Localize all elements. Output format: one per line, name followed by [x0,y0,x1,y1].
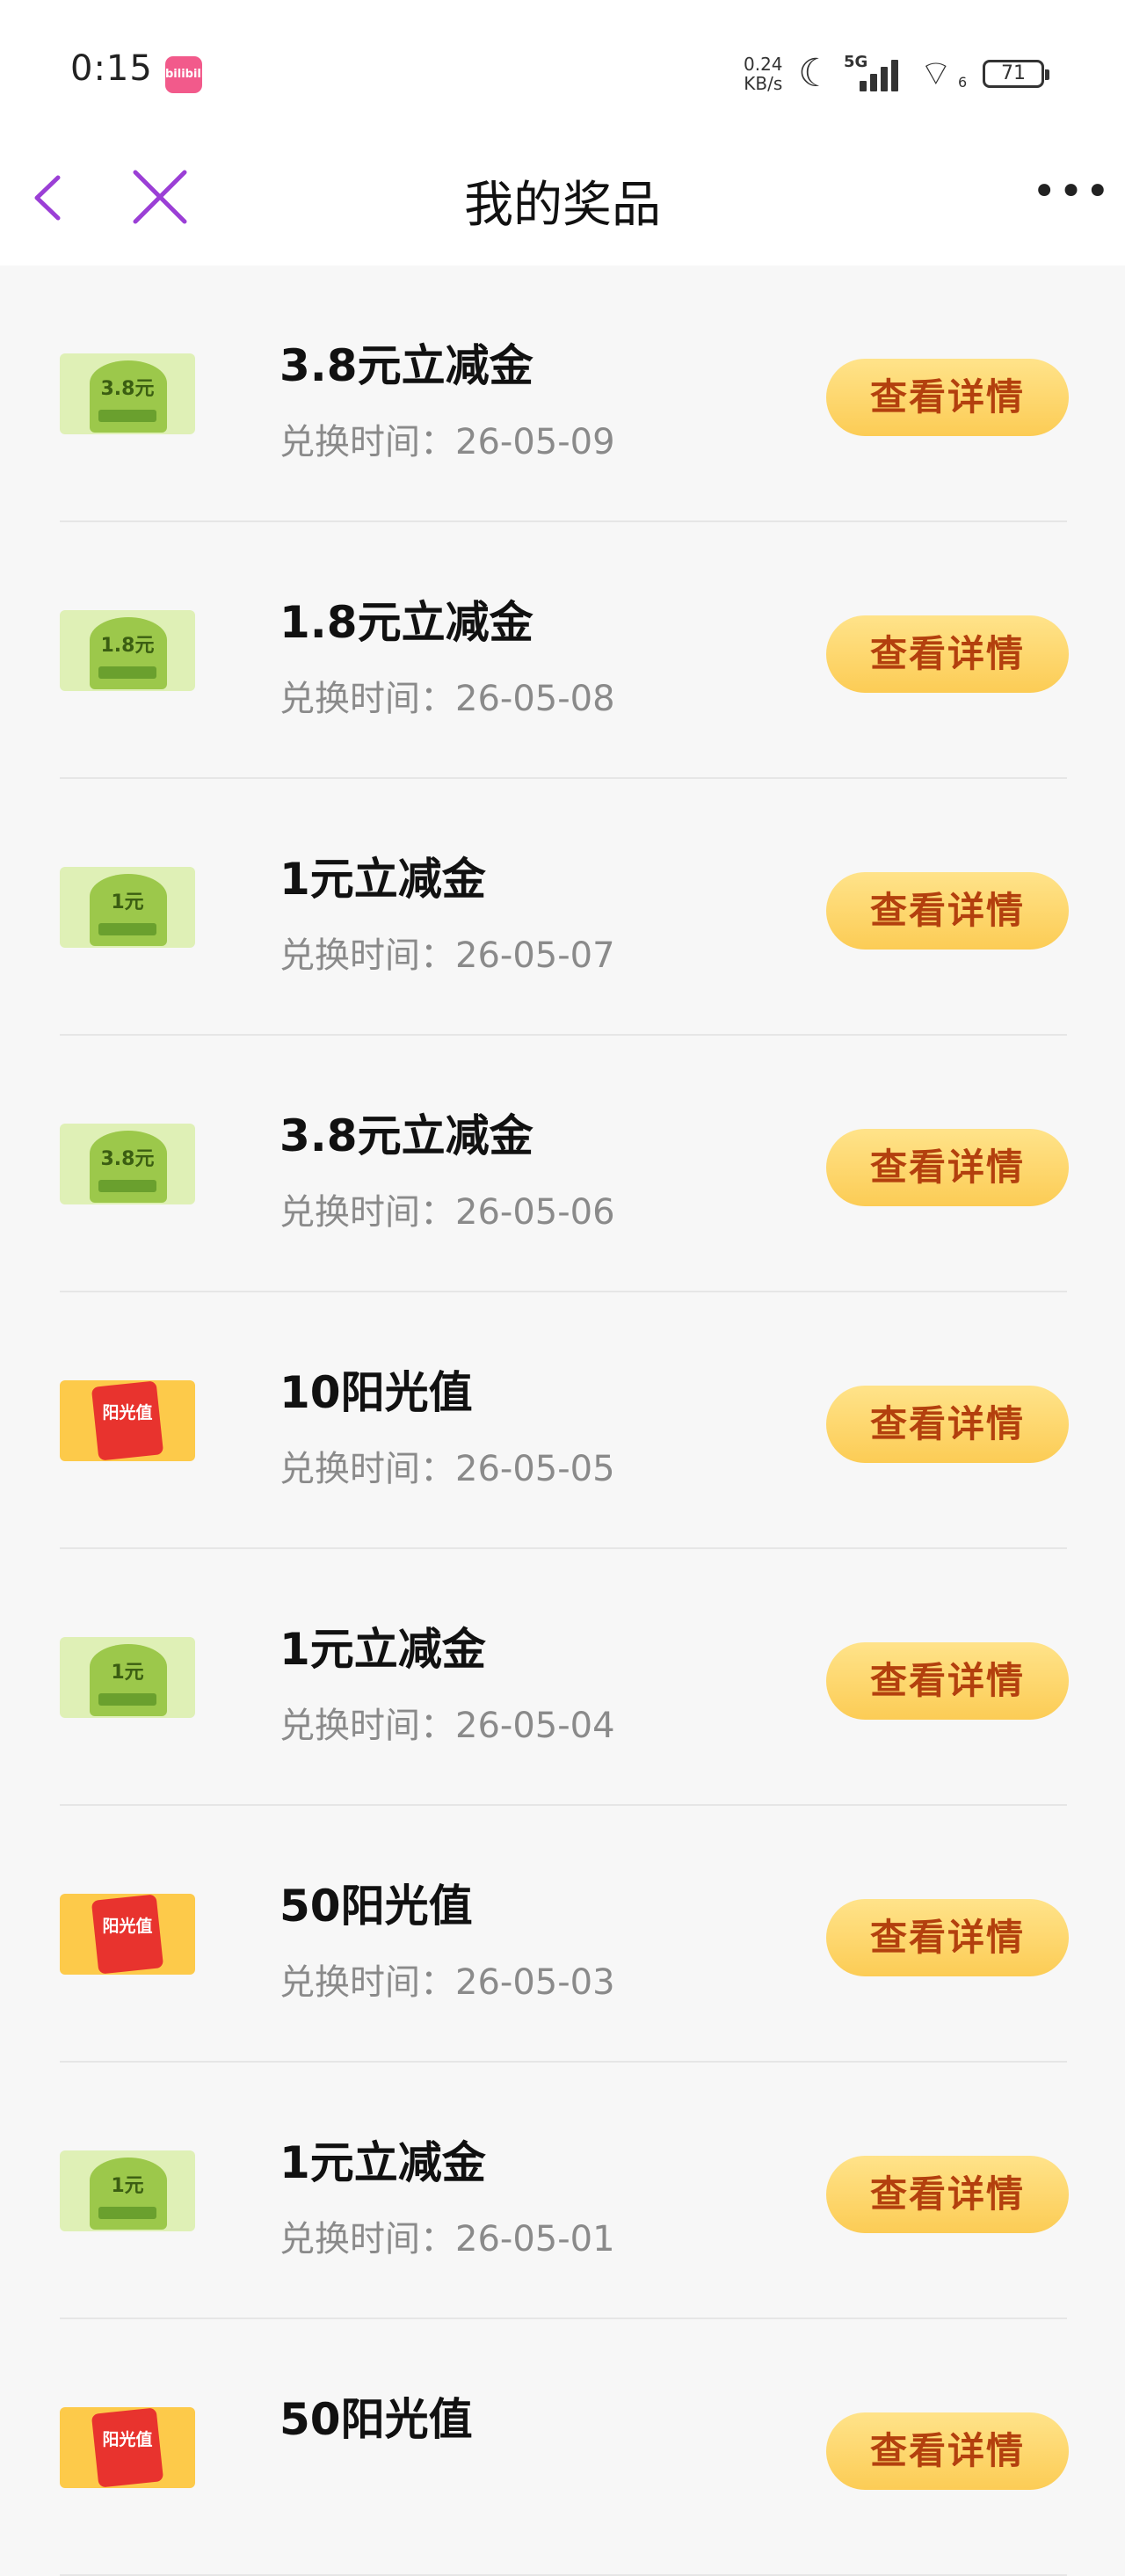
view-details-button[interactable]: 查看详情 [826,1129,1069,1206]
battery-icon: 71 [983,60,1049,88]
moon-icon: ☾ [798,51,833,96]
view-details-button[interactable]: 查看详情 [826,2412,1069,2490]
prize-name: 10阳光值 [279,1367,473,1418]
prize-row: 3.8元 3.8元立减金 兑换时间：26-05-06 查看详情 [0,1036,1125,1292]
signal-icon [860,56,905,91]
view-details-button[interactable]: 查看详情 [826,1899,1069,1976]
prize-name: 3.8元立减金 [279,1110,533,1161]
network-speed: 0.24 KB/s [744,55,783,93]
prize-name: 50阳光值 [279,2394,473,2445]
prize-name: 1元立减金 [279,854,486,905]
redeem-time: 兑换时间：26-05-09 [279,422,615,462]
thumb-label: 阳光值 [102,1403,153,1423]
page-title: 我的奖品 [464,177,661,234]
more-options-icon[interactable]: ••• [1032,171,1110,227]
thumb-amount: 3.8元 [100,1148,155,1170]
redeem-time: 兑换时间：26-05-05 [279,1449,615,1489]
view-details-button[interactable]: 查看详情 [826,359,1069,436]
thumb-label: 阳光值 [102,2430,153,2449]
prize-row: 1元 1元立减金 兑换时间：26-05-07 查看详情 [0,779,1125,1036]
thumb-amount: 1.8元 [100,635,155,657]
thumb-amount: 1元 [111,1662,144,1684]
wifi-badge: 6 [958,74,968,91]
view-details-button[interactable]: 查看详情 [826,1386,1069,1463]
view-details-button[interactable]: 查看详情 [826,615,1069,693]
thumb-amount: 1元 [111,2175,144,2197]
prize-row: 1元 1元立减金 兑换时间：26-05-04 查看详情 [0,1549,1125,1806]
prize-name: 1元立减金 [279,1624,486,1675]
redeem-time: 兑换时间：26-05-08 [279,679,615,719]
prize-row: 1元 1元立减金 兑换时间：26-05-01 查看详情 [0,2063,1125,2319]
prize-list: 3.8元 3.8元立减金 兑换时间：26-05-09 查看详情 1.8元 1.8… [0,266,1125,2576]
thumb-amount: 1元 [111,891,144,913]
view-details-button[interactable]: 查看详情 [826,872,1069,950]
redeem-time: 兑换时间：26-05-01 [279,2219,615,2259]
view-details-button[interactable]: 查看详情 [826,1642,1069,1720]
redeem-time: 兑换时间：26-05-03 [279,1962,615,2003]
prize-name: 50阳光值 [279,1881,473,1932]
cash-voucher-thumbnail: 1元 [60,867,195,948]
redeem-time: 兑换时间：26-05-04 [279,1706,615,1746]
prize-row: 阳光值 50阳光值 兑换时间：26-05-03 查看详情 [0,1806,1125,2063]
thumb-label: 阳光值 [102,1917,153,1936]
thumb-amount: 3.8元 [100,378,155,400]
cash-voucher-thumbnail: 1元 [60,2150,195,2231]
bilibili-app-icon: bilibili [165,56,205,93]
battery-level: 71 [1001,62,1026,84]
prize-row: 阳光值 50阳光值 查看详情 [0,2319,1125,2576]
wifi-icon: ⌔ [919,54,953,94]
cash-voucher-thumbnail: 3.8元 [60,353,195,434]
cash-voucher-thumbnail: 3.8元 [60,1124,195,1204]
clock: 0:15 [70,48,153,89]
redeem-time: 兑换时间：26-05-06 [279,1192,615,1233]
prize-name: 1元立减金 [279,2137,486,2188]
prize-row: 阳光值 10阳光值 兑换时间：26-05-05 查看详情 [0,1292,1125,1549]
nav-bar: 我的奖品 ••• [0,132,1125,266]
view-details-button[interactable]: 查看详情 [826,2156,1069,2233]
prize-name: 3.8元立减金 [279,340,533,391]
cash-voucher-thumbnail: 1元 [60,1637,195,1718]
redeem-time: 兑换时间：26-05-07 [279,935,615,976]
sunshine-value-thumbnail: 阳光值 [60,2407,195,2488]
prize-row: 3.8元 3.8元立减金 兑换时间：26-05-09 查看详情 [0,266,1125,522]
cash-voucher-thumbnail: 1.8元 [60,610,195,691]
prize-row: 1.8元 1.8元立减金 兑换时间：26-05-08 查看详情 [0,522,1125,779]
network-speed-value: 0.24 [744,54,783,75]
sunshine-value-thumbnail: 阳光值 [60,1894,195,1975]
prize-name: 1.8元立减金 [279,597,533,648]
sunshine-value-thumbnail: 阳光值 [60,1380,195,1461]
status-bar: 0:15 bilibili 0.24 KB/s ☾ 5G ⌔ 6 71 [0,0,1125,132]
network-speed-unit: KB/s [744,73,783,94]
